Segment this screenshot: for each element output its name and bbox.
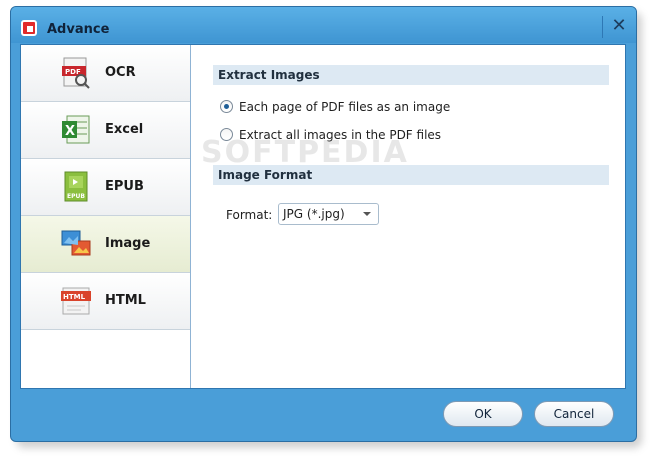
excel-icon: X — [62, 115, 90, 144]
title-bar[interactable]: Advance ✕ — [11, 7, 636, 43]
advance-dialog: Advance ✕ PDF OCR X Excel EPUB EPUB Imag… — [10, 6, 637, 442]
dialog-content: PDF OCR X Excel EPUB EPUB Image HTML HTM… — [20, 44, 626, 389]
sidebar-item-epub[interactable]: EPUB EPUB — [21, 159, 190, 216]
sidebar-item-image[interactable]: Image — [21, 216, 190, 273]
ok-button[interactable]: OK — [443, 401, 523, 427]
svg-text:HTML: HTML — [63, 293, 86, 301]
cancel-button[interactable]: Cancel — [534, 401, 614, 427]
extract-images-heading: Extract Images — [213, 65, 609, 85]
sidebar-item-excel[interactable]: X Excel — [21, 102, 190, 159]
format-select[interactable]: JPG (*.jpg) — [278, 203, 379, 225]
close-icon[interactable]: ✕ — [608, 15, 630, 37]
sidebar-item-label: OCR — [105, 65, 136, 80]
svg-text:EPUB: EPUB — [67, 193, 85, 200]
image-icon — [61, 230, 91, 256]
sidebar-item-label: HTML — [105, 293, 146, 308]
titlebar-divider — [602, 16, 603, 38]
softpedia-watermark: SOFTPEDIA — [201, 135, 409, 170]
sidebar-item-label: Image — [105, 236, 151, 251]
sidebar-item-ocr[interactable]: PDF OCR — [21, 45, 190, 102]
html-icon: HTML — [61, 287, 91, 315]
radio-checked-icon[interactable] — [220, 100, 233, 113]
format-select-value: JPG (*.jpg) — [283, 207, 345, 221]
sidebar: PDF OCR X Excel EPUB EPUB Image HTML HTM… — [21, 45, 191, 388]
settings-panel: Extract Images Each page of PDF files as… — [193, 45, 625, 388]
chevron-down-icon — [363, 212, 371, 216]
format-label: Format: — [226, 208, 273, 222]
app-logo-icon — [21, 20, 37, 36]
svg-text:X: X — [65, 124, 75, 139]
radio-label: Each page of PDF files as an image — [239, 100, 451, 114]
sidebar-item-label: EPUB — [105, 179, 144, 194]
sidebar-item-label: Excel — [105, 122, 144, 137]
epub-icon: EPUB — [64, 171, 88, 202]
radio-each-page[interactable]: Each page of PDF files as an image — [220, 100, 450, 114]
ocr-pdf-icon: PDF — [62, 57, 90, 89]
window-title: Advance — [47, 22, 110, 37]
sidebar-item-html[interactable]: HTML HTML — [21, 273, 190, 330]
